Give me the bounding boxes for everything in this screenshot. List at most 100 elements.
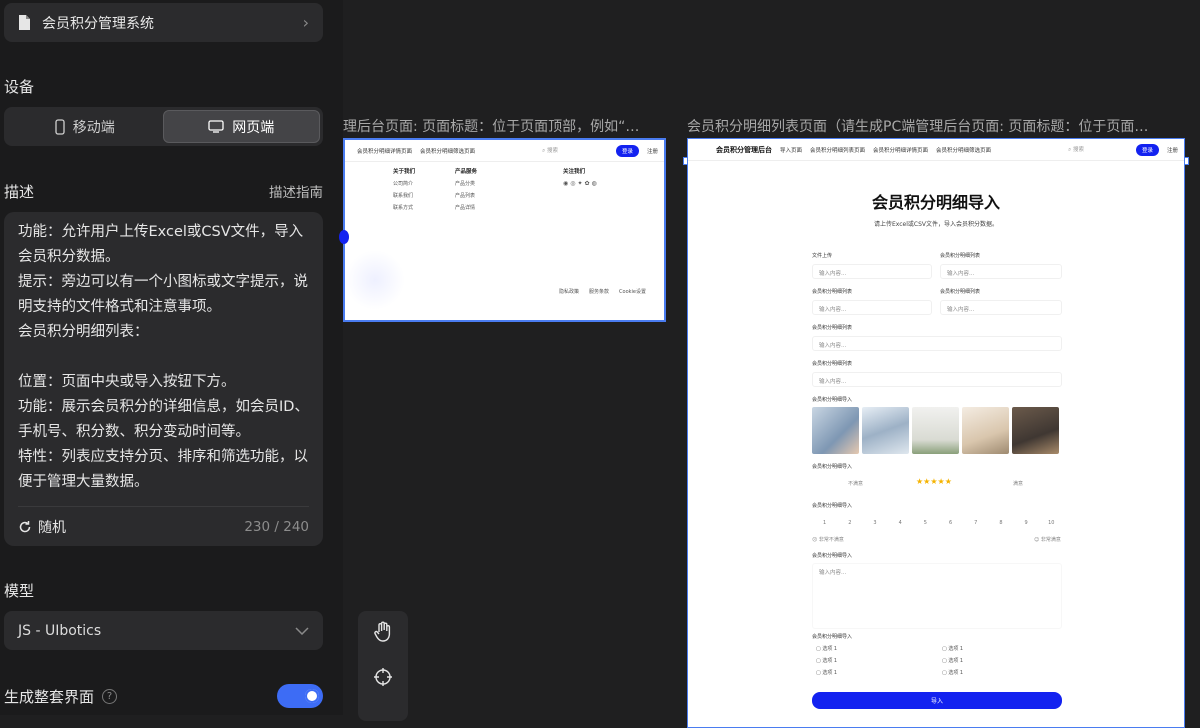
device-toggle: 移动端 网页端 [4,107,323,146]
mobile-option[interactable]: 移动端 [7,110,163,143]
image-thumb[interactable] [962,407,1009,454]
crosshair-icon[interactable] [373,667,393,687]
image-thumb[interactable] [812,407,859,454]
footer-products: 产品服务 产品分类 产品列表 产品详情 [455,169,478,211]
checkbox-option[interactable]: ▢ 选项 1 [816,669,837,676]
checkbox-option[interactable]: ▢ 选项 1 [816,645,837,652]
text-input[interactable]: 输入内容... [940,300,1062,315]
image-thumb[interactable] [862,407,909,454]
phone-icon [55,118,65,135]
description-textarea[interactable]: 功能：允许用户上传Excel或CSV文件，导入会员积分数据。 提示：旁边可以有一… [4,212,323,546]
image-thumb[interactable] [1012,407,1059,454]
web-label: 网页端 [232,119,275,136]
scale-low-label: ☹ 非常不满意 [812,537,844,543]
checkbox-option[interactable]: ▢ 选项 1 [942,645,963,652]
nav-link[interactable]: 会员积分明细筛选页面 [420,147,475,155]
scale-label: 会员积分明细导入 [812,503,853,509]
scale-option[interactable]: 2 [837,520,862,526]
checkbox-option[interactable]: ▢ 选项 1 [942,657,963,664]
generate-full-toggle[interactable] [277,684,323,708]
textarea-label: 会员积分明细导入 [812,553,853,559]
nav-link[interactable]: 导入页面 [780,146,802,154]
decor-dot [339,230,349,244]
hand-icon[interactable] [373,621,393,643]
text-input[interactable]: 输入内容... [812,300,932,315]
random-button[interactable]: 随机 [18,517,66,537]
import-button[interactable]: 导入 [812,692,1062,709]
text-input[interactable]: 输入内容... [812,372,1062,387]
help-icon[interactable]: ? [102,688,118,704]
register-link[interactable]: 注册 [1167,146,1178,154]
frame-b-nav: 会员积分管理后台 导入页面 会员积分明细列表页面 会员积分明细详情页面 会员积分… [688,139,1184,161]
scale-high-label: ☺ 非常满意 [1034,537,1061,543]
field-label: 会员积分明细列表 [812,361,853,367]
footer-follow: 关注我们 ◉◎✦✿◍ [563,169,599,187]
scale-option[interactable]: 3 [862,520,887,526]
search-input[interactable]: ⌕ 搜索 [1068,145,1084,154]
scale-option[interactable]: 1 [812,520,837,526]
checkbox-option[interactable]: ▢ 选项 1 [816,657,837,664]
login-button[interactable]: 登录 [615,144,639,157]
description-guide-link[interactable]: 描述指南 [269,181,323,201]
frame-a-title[interactable]: 理后台页面: 页面标题：位于页面顶部，例如“… [343,116,665,136]
description-section-title: 描述 [4,183,35,201]
scale-option[interactable]: 8 [988,520,1013,526]
frame-b-preview[interactable]: 会员积分管理后台 导入页面 会员积分明细列表页面 会员积分明细详情页面 会员积分… [687,138,1185,728]
text-input[interactable]: 输入内容... [812,336,1062,351]
scale-row: 1 2 3 4 5 6 7 8 9 10 [812,520,1064,526]
chevron-down-icon [295,626,309,635]
star-rating[interactable]: ★★★★★ [916,477,952,486]
image-select-label: 会员积分明细导入 [812,397,853,403]
project-selector[interactable]: 会员积分管理系统 › [4,3,323,42]
image-thumb[interactable] [912,407,959,454]
checkbox-option[interactable]: ▢ 选项 1 [942,669,963,676]
device-section-title: 设备 [4,78,35,96]
text-input[interactable]: 输入内容... [940,264,1062,279]
scale-option[interactable]: 9 [1014,520,1039,526]
decor-glow [345,250,405,310]
char-counter: 230 / 240 [244,518,309,535]
nav-link[interactable]: 会员积分明细列表页面 [810,146,865,154]
random-label: 随机 [38,519,66,536]
login-button[interactable]: 登录 [1135,143,1159,156]
options-label: 会员积分明细导入 [812,634,853,640]
nav-link[interactable]: 会员积分明细筛选页面 [936,146,991,154]
textarea-input[interactable]: 输入内容... [812,563,1062,629]
rating-label: 会员积分明细导入 [812,464,853,470]
scale-option[interactable]: 5 [913,520,938,526]
canvas-toolbox [358,611,408,721]
field-label: 会员积分明细列表 [812,289,853,295]
chevron-right-icon: › [302,13,309,32]
field-label: 会员积分明细列表 [812,325,853,331]
rating-high-label: 满意 [1013,481,1024,487]
nav-link[interactable]: 会员积分明细详情页面 [357,147,412,155]
search-input[interactable]: ⌕ 搜索 [542,146,558,155]
scale-option[interactable]: 4 [888,520,913,526]
rating-low-label: 不满意 [848,481,864,487]
page-heading: 会员积分明细导入 [871,193,1000,212]
project-name: 会员积分管理系统 [42,15,154,32]
register-link[interactable]: 注册 [647,147,658,155]
model-section-title: 模型 [4,582,35,600]
scale-option[interactable]: 6 [938,520,963,526]
privacy-link[interactable]: 隐私政策 [559,286,579,298]
file-upload-input[interactable]: 输入内容... [812,264,932,279]
web-option[interactable]: 网页端 [162,110,320,143]
refresh-icon [19,520,31,532]
field-label: 会员积分明细列表 [940,253,981,259]
settings-sidebar: 会员积分管理系统 › 设备 移动端 网页端 描述 描述指南 功能：允许用户上传E… [0,0,343,715]
frame-a-preview[interactable]: 会员积分明细详情页面 会员积分明细筛选页面 ⌕ 搜索 登录 注册 关于我们 公司… [339,138,666,322]
model-selected: JS - UIbotics [18,622,102,639]
mobile-label: 移动端 [72,119,115,136]
model-select[interactable]: JS - UIbotics [4,611,323,650]
terms-link[interactable]: 服务条款 [589,286,609,298]
description-text[interactable]: 功能：允许用户上传Excel或CSV文件，导入会员积分数据。 提示：旁边可以有一… [18,220,309,500]
cookie-link[interactable]: Cookie设置 [619,286,646,298]
scale-option[interactable]: 7 [963,520,988,526]
scale-option[interactable]: 10 [1039,520,1064,526]
document-icon [19,15,30,30]
frame-b-title[interactable]: 会员积分明细列表页面（请生成PC端管理后台页面: 页面标题：位于页面… [687,116,1187,136]
nav-link[interactable]: 会员积分明细详情页面 [873,146,928,154]
footer-bottom-links: 隐私政策 服务条款 Cookie设置 [559,286,646,298]
description-footer: 随机 230 / 240 [18,506,309,546]
